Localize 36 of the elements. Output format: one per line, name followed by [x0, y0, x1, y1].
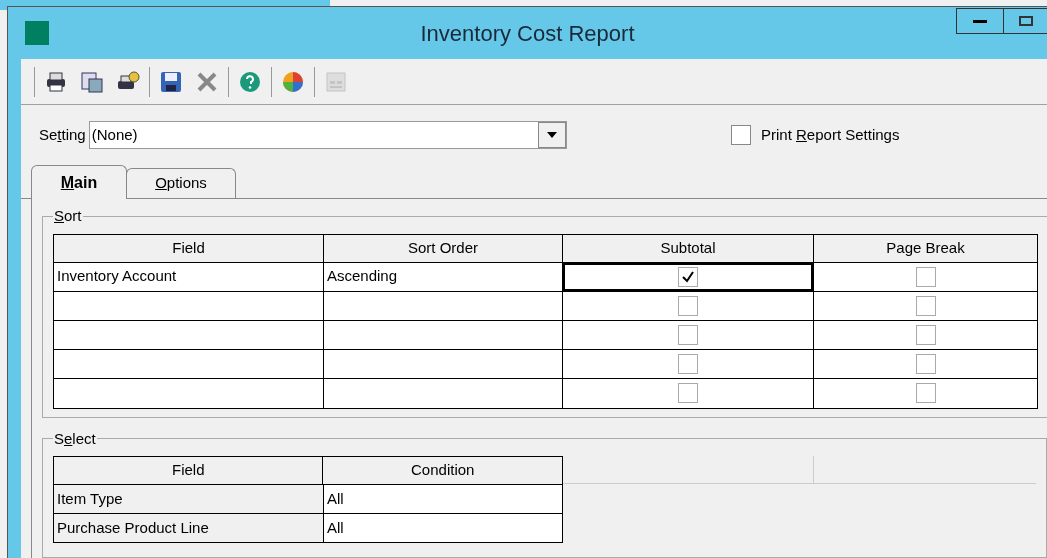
- checkbox[interactable]: [915, 353, 936, 374]
- print-report-settings-label: Print Report Settings: [761, 124, 900, 145]
- column-header: Condition: [410, 460, 476, 481]
- form-layout-icon: [324, 69, 348, 94]
- document-window-icon: [80, 69, 104, 94]
- checkbox[interactable]: [915, 383, 936, 403]
- checkbox[interactable]: [678, 324, 698, 345]
- table-cell[interactable]: Ascending: [324, 262, 563, 291]
- column-header: Sort Order: [324, 234, 563, 262]
- tab[interactable]: Main: [31, 165, 127, 199]
- table-cell[interactable]: [563, 262, 814, 291]
- checkbox[interactable]: [678, 353, 698, 374]
- tab[interactable]: Options: [126, 168, 236, 198]
- checkbox[interactable]: [678, 266, 698, 287]
- help-icon: [238, 69, 262, 94]
- column-header: Page Break: [885, 237, 966, 258]
- table-cell[interactable]: All: [324, 485, 562, 513]
- checkbox[interactable]: [915, 266, 936, 287]
- printer-icon: [44, 69, 68, 94]
- pie-chart-icon: [281, 69, 305, 94]
- checkbox[interactable]: [915, 295, 936, 316]
- setting-label: Setting: [39, 124, 86, 145]
- checkbox[interactable]: [731, 125, 751, 145]
- checkbox[interactable]: [678, 383, 698, 403]
- table-cell[interactable]: Inventory Account: [54, 262, 324, 291]
- app-logo-icon: [25, 21, 49, 45]
- window-title: Inventory Cost Report: [420, 19, 635, 48]
- setting-dropdown[interactable]: (None): [88, 121, 567, 149]
- column-header: Field: [54, 457, 324, 484]
- checkbox[interactable]: [678, 295, 698, 316]
- table-cell[interactable]: All: [324, 514, 562, 542]
- checkbox[interactable]: [915, 324, 936, 345]
- column-header: Field: [54, 234, 324, 262]
- group-title: Sort: [53, 206, 83, 226]
- group-title: Select: [53, 428, 97, 449]
- column-header: Subtotal: [563, 234, 814, 262]
